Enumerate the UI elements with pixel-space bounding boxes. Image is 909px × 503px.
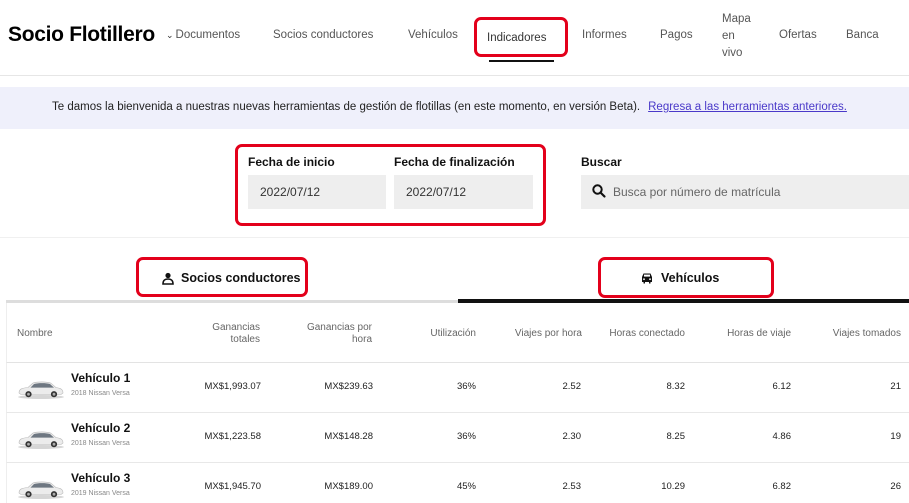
- col-hours-online[interactable]: Horas conectado: [609, 328, 685, 340]
- cell-per-hour: MX$239.63: [324, 381, 373, 392]
- col-per-hour[interactable]: Ganancias por hora: [307, 322, 372, 346]
- cell-utilization: 36%: [456, 381, 476, 392]
- end-date-input[interactable]: 2022/07/12: [394, 175, 533, 209]
- cell-earnings: MX$1,945.70: [204, 481, 261, 492]
- tab-vehiculos[interactable]: Vehículos: [640, 271, 719, 285]
- nav-mapa-line3: vivo: [722, 47, 743, 59]
- col-earnings[interactable]: Ganancias totales: [212, 322, 260, 346]
- cell-utilization: 45%: [456, 481, 476, 492]
- banner-text: Te damos la bienvenida a nuestras nuevas…: [52, 101, 641, 113]
- tab-socios-conductores[interactable]: Socios conductores: [162, 271, 300, 285]
- cell-earnings: MX$1,993.07: [204, 381, 261, 392]
- cell-trip-hours: 6.82: [772, 481, 792, 492]
- cell-trip-hours: 6.12: [772, 381, 792, 392]
- vehicle-name[interactable]: Vehículo 3: [71, 471, 130, 485]
- back-to-old-tools-link[interactable]: Regresa a las herramientas anteriores.: [648, 101, 847, 113]
- cell-trips-taken: 21: [890, 381, 901, 392]
- end-date-label: Fecha de finalización: [394, 155, 515, 169]
- cell-earnings: MX$1,223.58: [204, 431, 261, 442]
- nav-mapa-line2: en: [722, 30, 735, 42]
- col-per-hour-l2: hora: [351, 334, 372, 345]
- col-name[interactable]: Nombre: [17, 328, 53, 340]
- nav-socios-conductores[interactable]: Socios conductores: [273, 29, 373, 41]
- brand-title[interactable]: Socio Flotillero: [8, 23, 155, 47]
- col-trips-per-hour[interactable]: Viajes por hora: [515, 328, 582, 340]
- beta-banner: Te damos la bienvenida a nuestras nuevas…: [0, 87, 909, 129]
- vehicle-name[interactable]: Vehículo 1: [71, 371, 130, 385]
- top-header: Socio Flotillero ⌄ Documentos Socios cond…: [0, 0, 909, 76]
- col-earnings-l2: totales: [230, 334, 260, 345]
- nav-mapa-line1: Mapa: [722, 13, 751, 25]
- cell-per-hour: MX$148.28: [324, 431, 373, 442]
- car-image: [18, 431, 64, 449]
- car-image: [18, 381, 64, 399]
- banner-message: Te damos la bienvenida a nuestras nuevas…: [52, 101, 847, 113]
- search-icon: [592, 184, 606, 198]
- cell-utilization: 36%: [456, 431, 476, 442]
- col-earnings-l1: Ganancias: [212, 322, 260, 333]
- vehicle-name[interactable]: Vehículo 2: [71, 421, 130, 435]
- cell-hours-online: 8.32: [666, 381, 686, 392]
- vehicle-model: 2019 Nissan Versa: [71, 490, 130, 497]
- nav-documentos[interactable]: ⌄ Documentos: [166, 29, 240, 41]
- chevron-down-icon: ⌄: [166, 30, 174, 40]
- nav-vehiculos[interactable]: Vehículos: [408, 29, 458, 41]
- cell-trips-per-hour: 2.52: [562, 381, 582, 392]
- col-utilization[interactable]: Utilización: [430, 328, 476, 340]
- table-header: Nombre Ganancias totales Ganancias por h…: [6, 303, 909, 363]
- cell-trip-hours: 4.86: [772, 431, 792, 442]
- nav-mapa-en-vivo[interactable]: Mapa en vivo: [722, 11, 751, 62]
- start-date-label: Fecha de inicio: [248, 155, 335, 169]
- vehicle-model: 2018 Nissan Versa: [71, 440, 130, 447]
- nav-pagos[interactable]: Pagos: [660, 29, 693, 41]
- col-trips-taken[interactable]: Viajes tomados: [833, 328, 901, 340]
- cell-trips-per-hour: 2.53: [562, 481, 582, 492]
- table-row[interactable]: Vehículo 2 2018 Nissan Versa MX$1,223.58…: [6, 413, 909, 463]
- nav-banca[interactable]: Banca: [846, 29, 879, 41]
- tab-vehiculos-label: Vehículos: [661, 271, 720, 285]
- search-placeholder: Busca por número de matrícula: [613, 185, 781, 199]
- cell-trips-per-hour: 2.30: [562, 431, 582, 442]
- col-per-hour-l1: Ganancias por: [306, 322, 372, 333]
- car-image: [18, 481, 64, 499]
- cell-trips-taken: 19: [890, 431, 901, 442]
- cell-hours-online: 8.25: [666, 431, 686, 442]
- table-row[interactable]: Vehículo 1 2018 Nissan Versa MX$1,993.07…: [6, 363, 909, 413]
- cell-trips-taken: 26: [890, 481, 901, 492]
- car-icon: [642, 273, 652, 284]
- nav-informes[interactable]: Informes: [582, 29, 627, 41]
- col-trip-hours[interactable]: Horas de viaje: [727, 328, 791, 340]
- table-row[interactable]: Vehículo 3 2019 Nissan Versa MX$1,945.70…: [6, 463, 909, 503]
- tab-socios-label: Socios conductores: [181, 271, 301, 285]
- nav-ofertas[interactable]: Ofertas: [779, 29, 817, 41]
- nav-documentos-label: Documentos: [175, 29, 241, 41]
- search-label: Buscar: [581, 155, 622, 169]
- nav-indicadores[interactable]: Indicadores: [487, 32, 546, 44]
- cell-hours-online: 10.29: [661, 481, 685, 492]
- cell-per-hour: MX$189.00: [324, 481, 373, 492]
- section-divider: [0, 237, 909, 238]
- search-input[interactable]: Busca por número de matrícula: [581, 175, 909, 209]
- start-date-input[interactable]: 2022/07/12: [248, 175, 386, 209]
- vehicle-model: 2018 Nissan Versa: [71, 390, 130, 397]
- nav-active-indicator: [489, 60, 554, 62]
- person-icon: [162, 272, 174, 285]
